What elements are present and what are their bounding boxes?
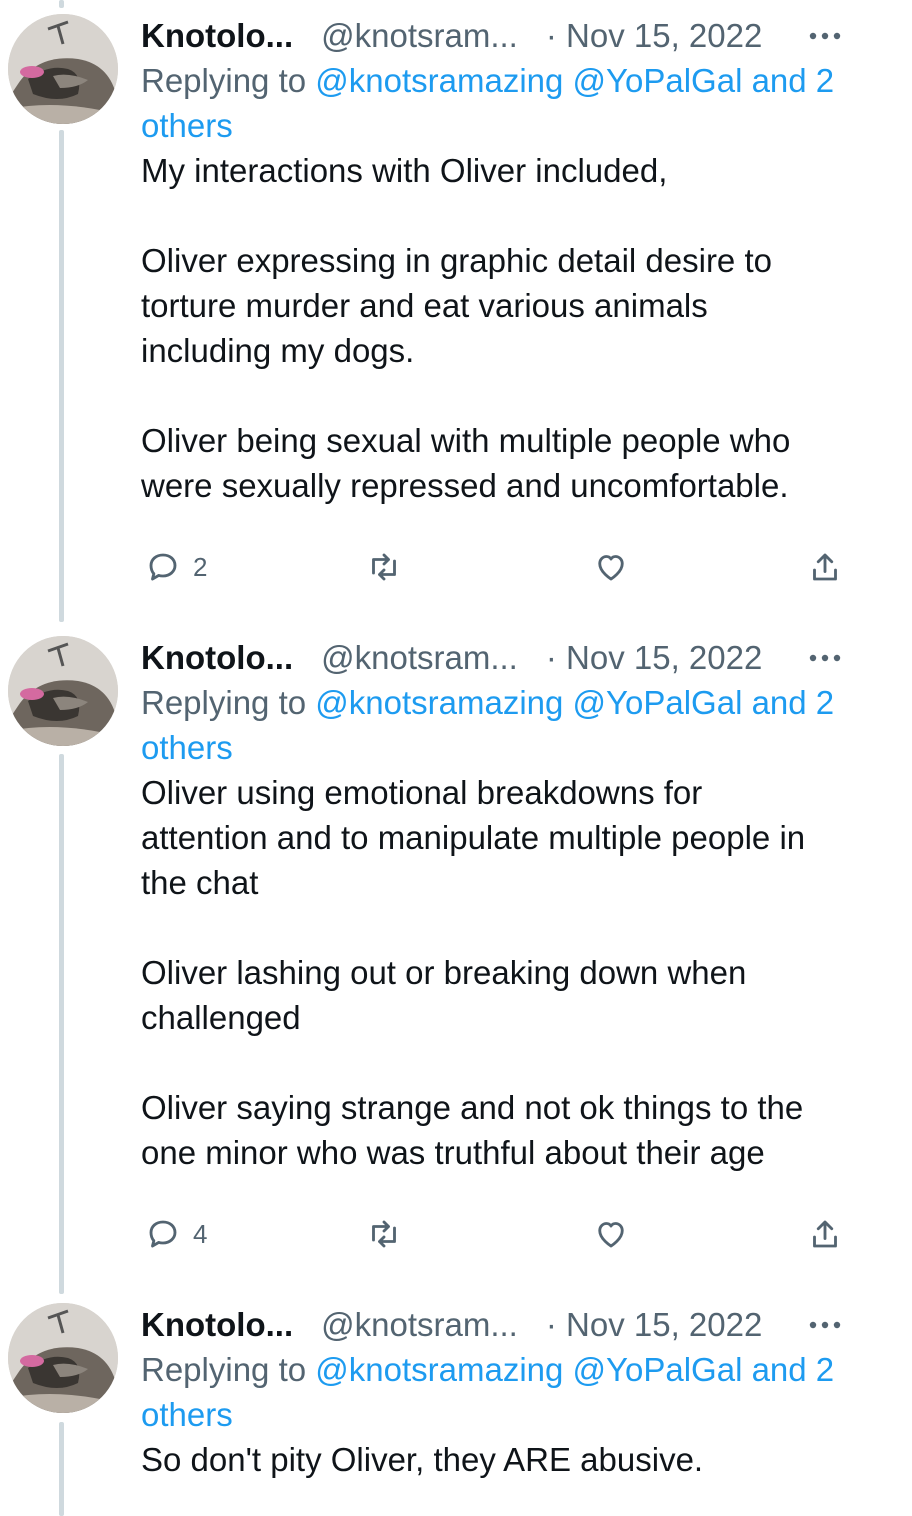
share-button[interactable] (807, 545, 843, 589)
reply-mentions[interactable]: @knotsramazing @YoPalGal and 2 (315, 62, 834, 99)
share-icon (813, 1220, 837, 1248)
more-icon[interactable] (805, 636, 845, 680)
timestamp[interactable]: · Nov 15, 2022 (546, 1306, 762, 1344)
tweet-line: My interactions with Oliver included, (141, 152, 668, 189)
tweet-text: My interactions with Oliver included, Ol… (141, 148, 871, 508)
display-name[interactable]: Knotolo... (141, 17, 293, 55)
reply-icon (149, 1220, 177, 1248)
handle[interactable]: @knotsram... (321, 17, 518, 55)
timestamp[interactable]: · Nov 15, 2022 (546, 17, 762, 55)
tweet-actions: 2 (141, 545, 851, 589)
retweet-icon (372, 1220, 396, 1248)
tweet-actions: 4 (141, 1212, 851, 1256)
replying-to: Replying to @knotsramazing @YoPalGal and… (141, 1347, 841, 1437)
heart-icon (598, 555, 624, 581)
replying-prefix: Replying to (141, 62, 316, 99)
tweet-line (141, 905, 871, 950)
avatar[interactable] (8, 14, 118, 124)
tweet-line: Oliver using emotional breakdowns for (141, 774, 703, 811)
dog-photo-icon (8, 636, 118, 746)
avatar[interactable] (8, 636, 118, 746)
retweet-icon (372, 553, 396, 581)
like-button[interactable] (593, 545, 629, 589)
thread-line-2 (59, 754, 64, 1294)
tweet-line (141, 1040, 871, 1085)
replying-prefix: Replying to (141, 684, 316, 721)
tweet-text: So don't pity Oliver, they ARE abusive. (141, 1437, 871, 1482)
more-icon[interactable] (805, 14, 845, 58)
avatar[interactable] (8, 1303, 118, 1413)
replying-prefix: Replying to (141, 1351, 316, 1388)
reply-count: 4 (193, 1218, 208, 1249)
tweet-line: Oliver expressing in graphic detail desi… (141, 242, 772, 279)
timestamp[interactable]: · Nov 15, 2022 (546, 639, 762, 677)
retweet-button[interactable] (366, 1212, 402, 1256)
like-button[interactable] (593, 1212, 629, 1256)
tweet-line: were sexually repressed and uncomfortabl… (141, 467, 789, 504)
tweet-line: attention and to manipulate multiple peo… (141, 819, 806, 856)
tweet-line: the chat (141, 864, 259, 901)
thread-line-top (59, 0, 64, 8)
reply-mentions[interactable]: @knotsramazing @YoPalGal and 2 (315, 1351, 834, 1388)
tweet-line: So don't pity Oliver, they ARE abusive. (141, 1441, 704, 1478)
display-name[interactable]: Knotolo... (141, 1306, 293, 1344)
replying-to: Replying to @knotsramazing @YoPalGal and… (141, 680, 841, 770)
tweet-line: including my dogs. (141, 332, 415, 369)
dog-photo-icon (8, 1303, 118, 1413)
handle[interactable]: @knotsram... (321, 639, 518, 677)
tweet-line (141, 193, 871, 238)
dog-photo-icon (8, 14, 118, 124)
reply-mentions-more[interactable]: others (141, 1396, 233, 1433)
tweet-line: challenged (141, 999, 301, 1036)
share-button[interactable] (807, 1212, 843, 1256)
reply-button[interactable]: 4 (145, 1212, 207, 1256)
tweet-line: Oliver being sexual with multiple people… (141, 422, 791, 459)
tweet-line: Oliver lashing out or breaking down when (141, 954, 747, 991)
display-name[interactable]: Knotolo... (141, 639, 293, 677)
replying-to: Replying to @knotsramazing @YoPalGal and… (141, 58, 841, 148)
more-icon[interactable] (805, 1303, 845, 1347)
handle[interactable]: @knotsram... (321, 1306, 518, 1344)
tweet-line (141, 373, 871, 418)
reply-mentions-more[interactable]: others (141, 107, 233, 144)
reply-button[interactable]: 2 (145, 545, 207, 589)
reply-count: 2 (193, 551, 208, 582)
reply-icon (149, 553, 177, 581)
tweet-text: Oliver using emotional breakdowns for at… (141, 770, 871, 1175)
thread-line-3 (59, 1422, 64, 1516)
tweet-line: Oliver saying strange and not ok things … (141, 1089, 804, 1126)
reply-mentions[interactable]: @knotsramazing @YoPalGal and 2 (315, 684, 834, 721)
share-icon (813, 553, 837, 581)
reply-mentions-more[interactable]: others (141, 729, 233, 766)
thread-line-1 (59, 130, 64, 622)
tweet-line: one minor who was truthful about their a… (141, 1134, 765, 1171)
heart-icon (598, 1222, 624, 1248)
retweet-button[interactable] (366, 545, 402, 589)
tweet-line: torture murder and eat various animals (141, 287, 708, 324)
